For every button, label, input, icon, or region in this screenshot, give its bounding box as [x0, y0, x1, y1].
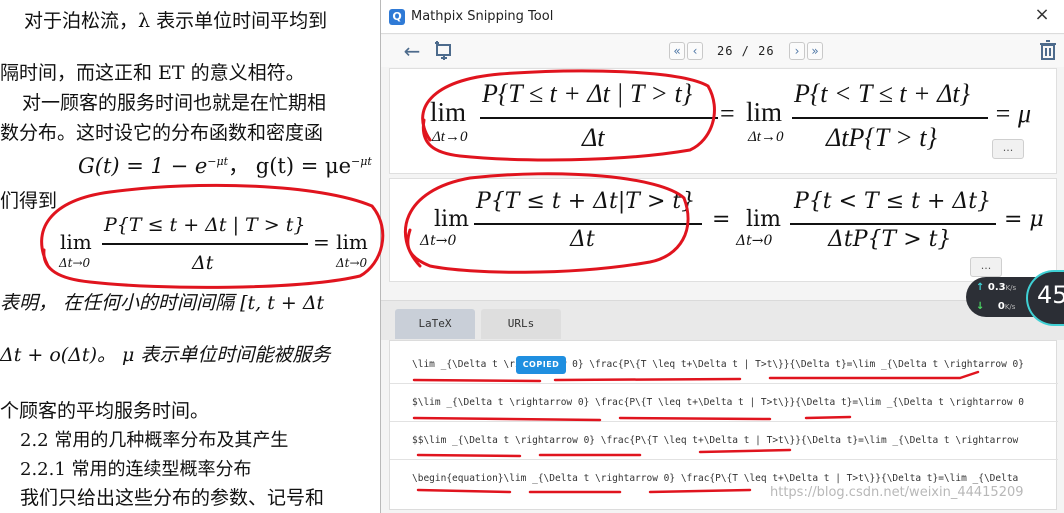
rendered-latex-preview: lim Δt→0 P{T ≤ t + Δt|T > t} Δt = lim Δt… — [389, 178, 1057, 282]
crop-screen-icon[interactable] — [433, 40, 455, 62]
doc-line: 个顾客的平均服务时间。 — [0, 400, 210, 422]
eq-denominator: Δt — [582, 123, 605, 152]
eq-numerator: P{t < T ≤ t + Δt} — [794, 79, 970, 108]
latex-code-row[interactable]: $\lim _{\Delta t \rightarrow 0} \frac{P\… — [390, 385, 1058, 422]
eq-denominator: Δt — [570, 227, 595, 252]
more-options-button[interactable]: ... — [992, 139, 1024, 159]
doc-line: 数分布。这时设它的分布函数和密度函 — [0, 122, 324, 144]
eq-tail: = μ — [994, 99, 1032, 128]
doc-lim-sub: Δt→0 — [336, 256, 368, 270]
next-page-button[interactable]: › — [789, 42, 805, 60]
back-arrow-icon[interactable]: ← — [401, 40, 423, 62]
doc-frac-den: Δt — [192, 252, 214, 274]
eq-tail: = μ — [1004, 207, 1044, 232]
latex-code-row[interactable]: $$\lim _{\Delta t \rightarrow 0} \frac{P… — [390, 423, 1058, 460]
eq-lim: lim — [430, 97, 467, 127]
doc-line: 们得到 — [0, 190, 58, 212]
eq-numerator: P{T ≤ t + Δt|T > t} — [476, 189, 696, 214]
mathpix-window: Q Mathpix Snipping Tool × ← « ‹ 26 / 26 … — [380, 0, 1064, 513]
eq-fraction-bar — [474, 223, 702, 225]
first-page-button[interactable]: « — [669, 42, 685, 60]
last-page-button[interactable]: » — [807, 42, 823, 60]
rendered-image-preview: lim Δt→0 P{T ≤ t + Δt | T > t} Δt = lim … — [389, 68, 1057, 174]
app-icon: Q — [389, 9, 405, 25]
watermark: https://blog.csdn.net/weixin_44415209 — [770, 485, 1024, 500]
doc-lim: lim — [60, 230, 92, 254]
eq-denominator: ΔtP{T > t} — [828, 227, 952, 252]
format-tabs: LaTeX URLs — [381, 300, 1064, 340]
more-options-button[interactable]: ... — [970, 257, 1002, 277]
eq-fraction-bar — [480, 117, 718, 119]
page-indicator: 26 / 26 — [717, 44, 775, 58]
trash-icon[interactable] — [1037, 40, 1059, 62]
background-document: 对于泊松流，λ 表示单位时间平均到 隔时间，而这正和 ET 的意义相符。 对一顾… — [0, 0, 380, 513]
upload-speed: ↑ 0.3K/s — [976, 282, 1017, 293]
doc-line: 对于泊松流，λ 表示单位时间平均到 — [24, 10, 328, 32]
doc-line: 我们只给出这些分布的参数、记号和 — [20, 487, 325, 509]
window-title: Mathpix Snipping Tool — [411, 9, 554, 24]
doc-eq-tail: = lim — [313, 230, 368, 254]
doc-frac-num: P{T ≤ t + Δt | T > t} — [104, 214, 306, 236]
eq-fraction-bar — [790, 223, 996, 225]
latex-code-row[interactable]: \lim _{\Delta t \rightarrow 0} \frac{P\{… — [390, 347, 1058, 384]
eq-numerator: P{T ≤ t + Δt | T > t} — [482, 79, 693, 108]
download-speed: ↓ 0K/s — [976, 301, 1016, 312]
formula-G: G(t) = 1 − e−μt， g(t) = μe−μt — [78, 154, 372, 178]
eq-numerator: P{t < T ≤ t + Δt} — [794, 189, 992, 214]
tab-latex[interactable]: LaTeX — [395, 309, 475, 339]
eq-denominator: ΔtP{T > t} — [826, 123, 937, 152]
doc-line: 对一顾客的服务时间也就是在忙期相 — [22, 92, 327, 114]
doc-line: Δt + o(Δt)。 μ 表示单位时间能被服务 — [0, 344, 331, 366]
title-bar: Q Mathpix Snipping Tool × — [381, 0, 1064, 34]
close-button[interactable]: × — [1031, 4, 1053, 26]
doc-subsection-heading: 2.2.1 常用的连续型概率分布 — [20, 459, 252, 480]
doc-line: 隔时间，而这正和 ET 的意义相符。 — [0, 62, 305, 84]
prev-page-button[interactable]: ‹ — [687, 42, 703, 60]
eq-fraction-bar — [792, 117, 988, 119]
eq-equals: = — [720, 99, 735, 128]
doc-lim-sub: Δt→0 — [59, 256, 91, 270]
doc-frac-bar — [102, 243, 308, 245]
eq-lim-sub: Δt→0 — [748, 129, 784, 145]
eq-lim: lim — [746, 97, 783, 127]
doc-line: 表明， 在任何小的时间间隔 [t, t + Δt — [0, 292, 325, 314]
tab-urls[interactable]: URLs — [481, 309, 561, 339]
toolbar: ← « ‹ 26 / 26 › » — [381, 35, 1064, 67]
eq-lim: lim — [746, 207, 781, 232]
speed-value: 45 — [1037, 281, 1064, 309]
eq-equals: = — [712, 207, 731, 232]
doc-section-heading: 2.2 常用的几种概率分布及其产生 — [20, 430, 289, 451]
eq-lim-sub: Δt→0 — [432, 129, 468, 145]
copied-badge: COPIED — [516, 356, 566, 374]
eq-lim: lim — [434, 207, 469, 232]
eq-lim-sub: Δt→0 — [420, 233, 457, 249]
eq-lim-sub: Δt→0 — [736, 233, 773, 249]
